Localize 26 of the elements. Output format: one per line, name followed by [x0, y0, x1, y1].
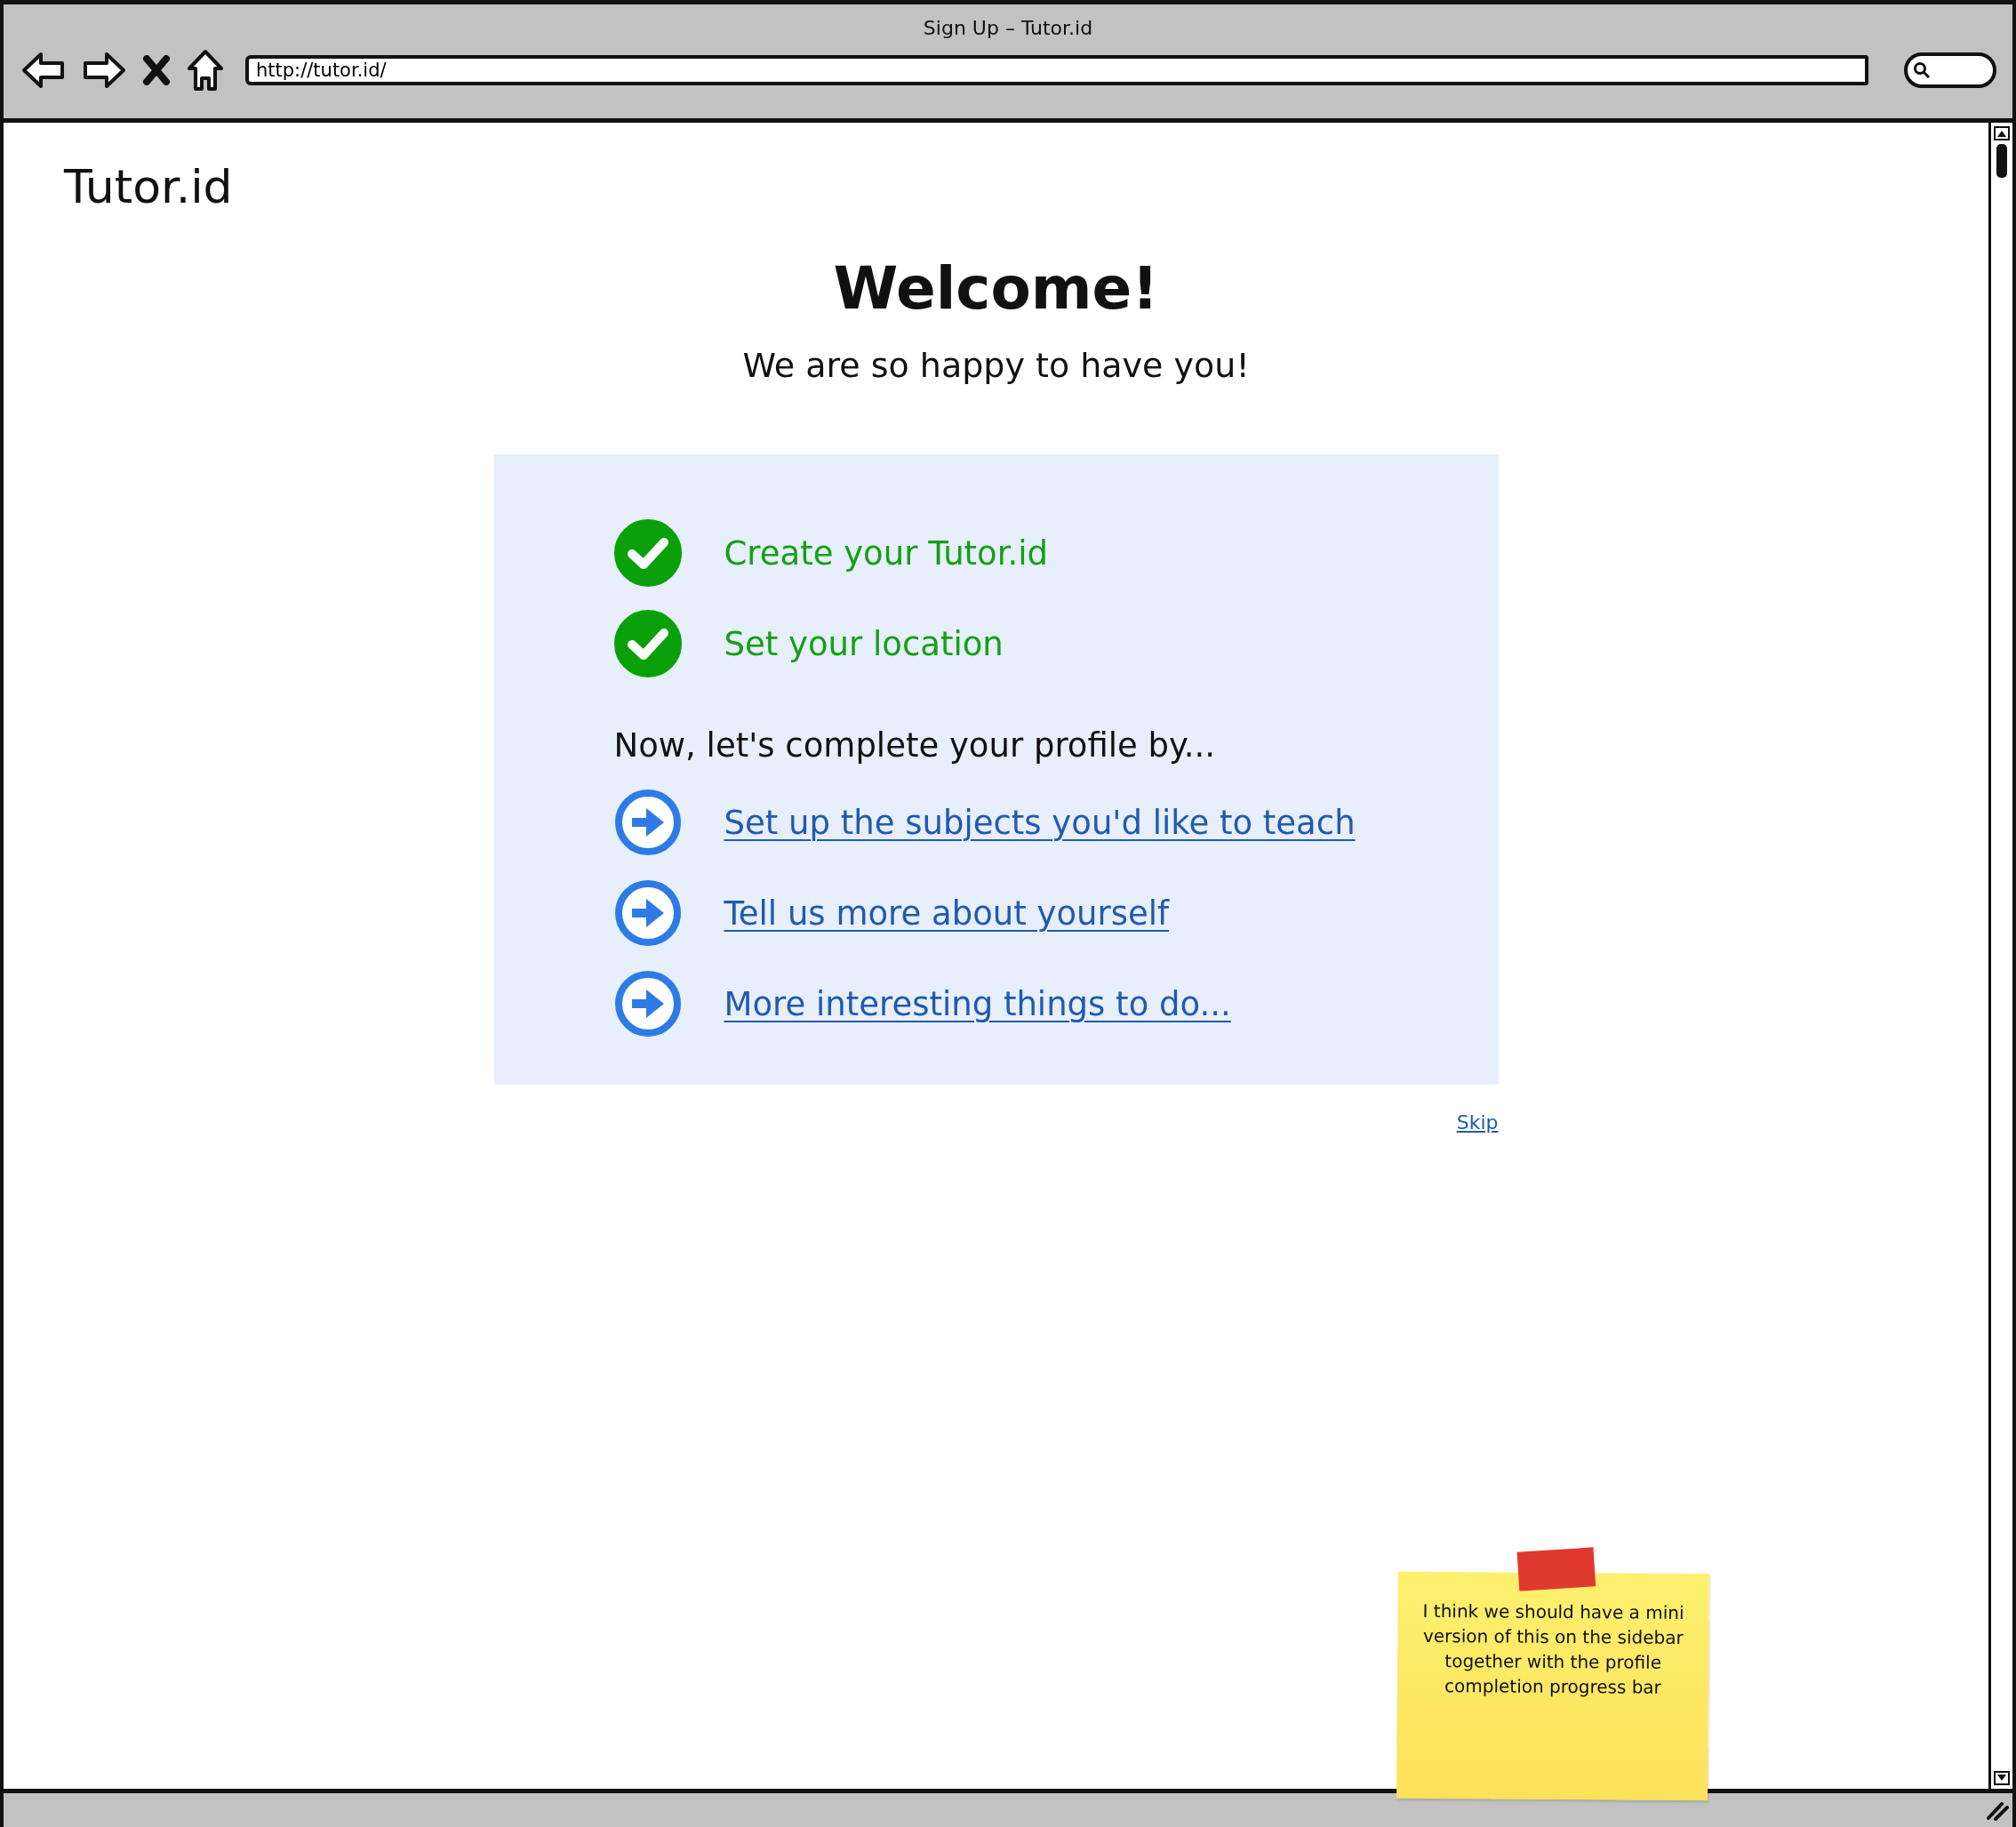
- search-field[interactable]: [1904, 52, 1996, 88]
- resize-grip-icon[interactable]: [1986, 1799, 2009, 1821]
- arrow-circle-icon: [613, 879, 682, 947]
- window-title: Sign Up – Tutor.id: [922, 16, 1094, 41]
- step-link[interactable]: More interesting things to do...: [724, 984, 1231, 1023]
- close-icon[interactable]: [142, 55, 171, 85]
- step-link[interactable]: Set up the subjects you'd like to teach: [724, 803, 1356, 842]
- scroll-down-icon[interactable]: [1994, 1771, 2010, 1785]
- intro-text: Now, let's complete your profile by...: [613, 726, 1216, 765]
- note-text: I think we should have a mini version of this on the sidebar together with the profile completion progress bar: [1421, 1599, 1685, 1700]
- step-label: Create your Tutor.id: [724, 533, 1049, 573]
- scrollbar[interactable]: [1988, 123, 2012, 1789]
- arrow-circle-icon: [613, 789, 682, 856]
- address-field[interactable]: http://tutor.id/: [245, 55, 1868, 85]
- arrow-circle-icon: [613, 970, 682, 1038]
- step-label: Set your location: [724, 624, 1004, 663]
- home-icon[interactable]: [187, 49, 224, 92]
- heading: Welcome!: [833, 254, 1159, 323]
- subheading: We are so happy to have you!: [742, 346, 1250, 385]
- forward-arrow-icon[interactable]: [82, 51, 126, 90]
- search-icon: [1913, 61, 1931, 79]
- logo: Tutor.id: [62, 159, 234, 215]
- scroll-up-drawing[interactable]: [1994, 126, 2010, 180]
- skip-link[interactable]: Skip: [1456, 1111, 1499, 1134]
- back-arrow-icon[interactable]: [21, 51, 66, 90]
- step-link[interactable]: Tell us more about yourself: [724, 893, 1170, 933]
